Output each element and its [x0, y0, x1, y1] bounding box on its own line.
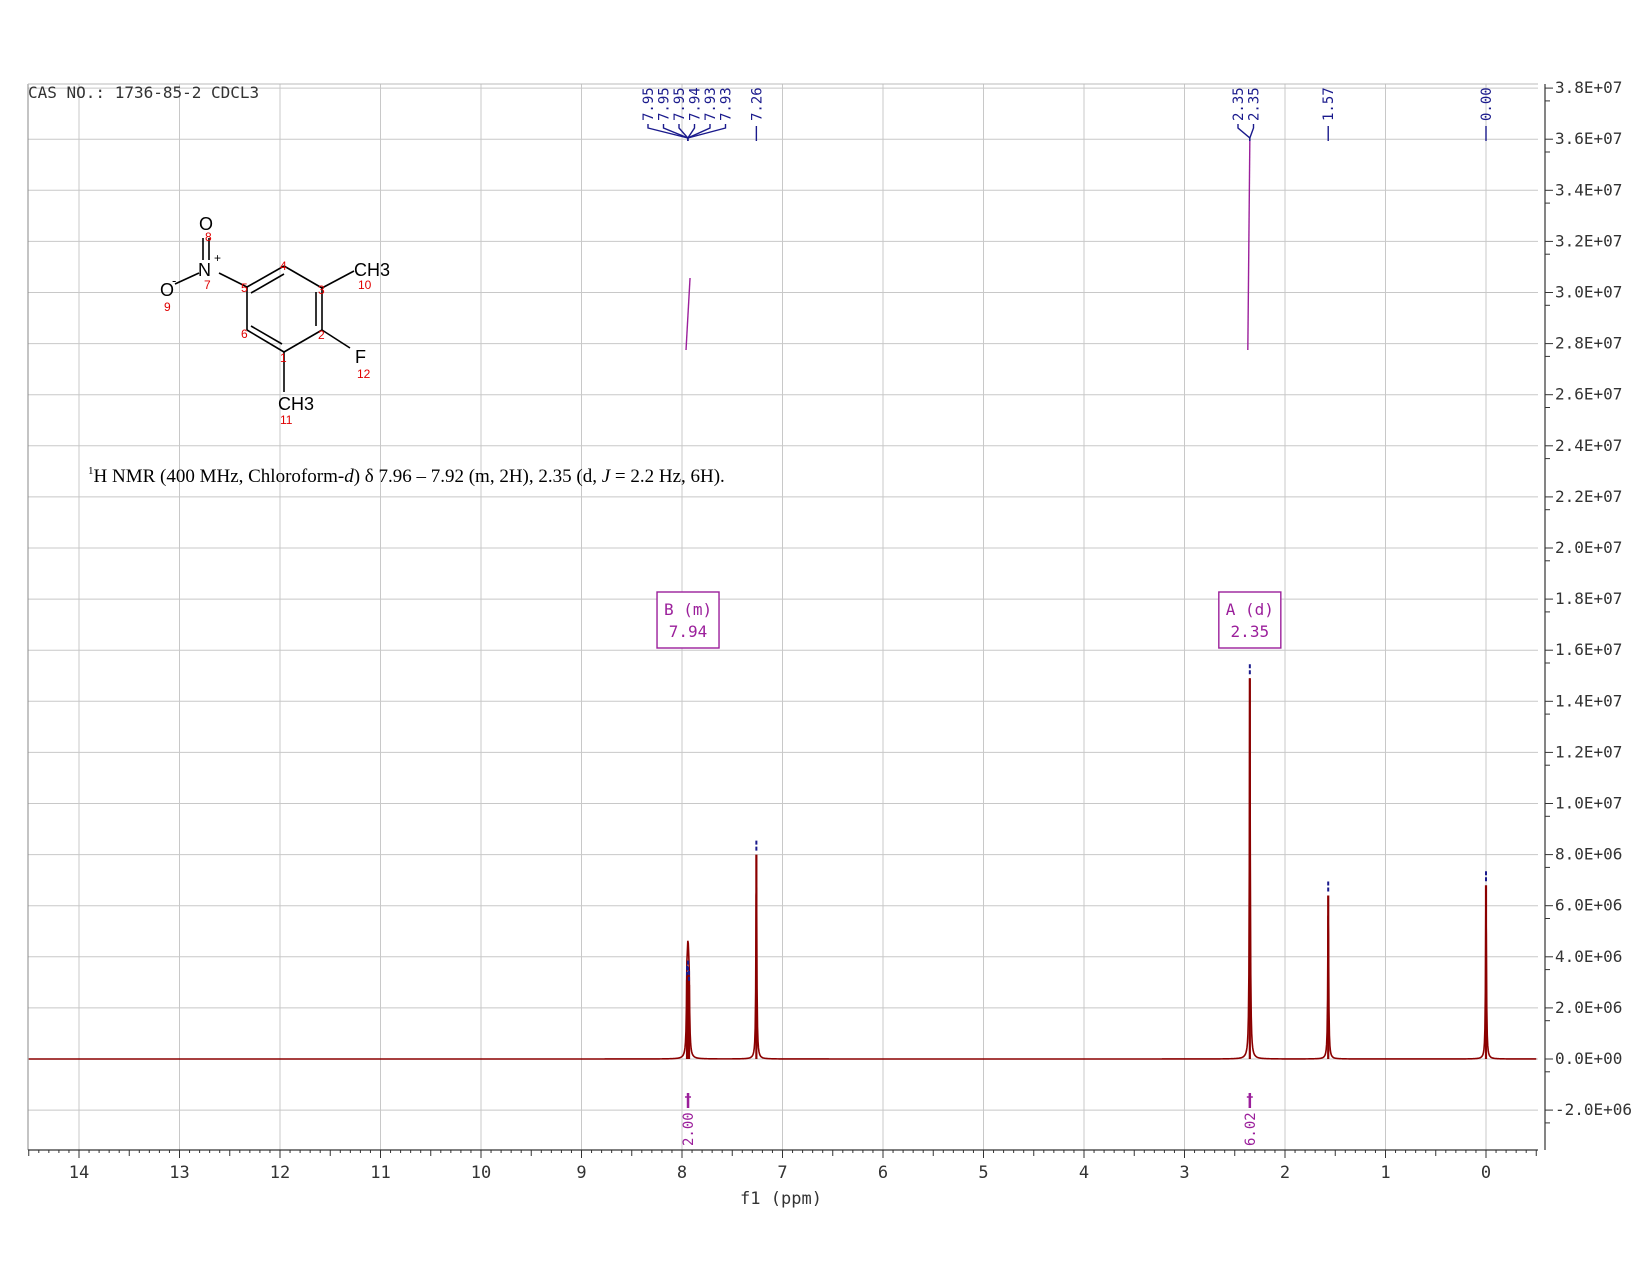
- y-tick-label: 1.2E+07: [1555, 742, 1622, 761]
- y-tick-label: 3.8E+07: [1555, 78, 1622, 97]
- x-axis-label: f1 (ppm): [740, 1189, 822, 1209]
- atom-number-9: 9: [164, 300, 171, 314]
- peak-label: 7.93: [719, 87, 735, 121]
- x-tick-label: 4: [1079, 1163, 1089, 1183]
- bond-n-o9: [174, 272, 200, 285]
- bond-2-f: [321, 329, 351, 349]
- atom-number-8: 8: [205, 230, 212, 244]
- atom-number-10: 10: [358, 278, 372, 292]
- y-tick-label: 1.4E+07: [1555, 691, 1622, 710]
- peak-label: 7.95: [641, 87, 657, 121]
- y-axis: 3.8E+07 3.6E+07 3.4E+07 3.2E+07 3.0E+07 2.8E+…: [1544, 78, 1632, 1150]
- bond-2-1: [283, 329, 323, 353]
- x-tick-label: 0: [1481, 1163, 1491, 1183]
- x-tick-label: 3: [1179, 1163, 1189, 1183]
- ring-number-2: 2: [318, 328, 325, 342]
- x-tick-label: 6: [878, 1163, 888, 1183]
- atom-number-7: 7: [204, 278, 211, 292]
- y-tick-label: 2.6E+07: [1555, 385, 1622, 404]
- integral-value: 2.00: [681, 1112, 697, 1146]
- grid-layer: [28, 84, 1538, 1150]
- multiplet-name: A (d): [1226, 600, 1274, 619]
- peak-label-connector: [687, 124, 727, 141]
- x-axis: 14 13 12 11 10 9 8 7 6 5 4 3 2 1 0: [28, 1149, 1538, 1183]
- charge-plus: +: [214, 251, 221, 265]
- peak-label: 2.35: [1247, 87, 1263, 121]
- peak-label-connector: [678, 124, 689, 141]
- y-tick-label: 4.0E+06: [1555, 947, 1622, 966]
- integrals: 2.00 6.02: [681, 1093, 1259, 1146]
- y-tick-label: 8.0E+06: [1555, 845, 1622, 864]
- y-tick-label: 6.0E+06: [1555, 896, 1622, 915]
- y-tick-label: 2.0E+07: [1555, 538, 1622, 557]
- charge-minus: -: [172, 273, 176, 288]
- y-tick-label: 3.0E+07: [1555, 283, 1622, 302]
- y-tick-label: 3.4E+07: [1555, 180, 1622, 199]
- x-tick-label: 7: [777, 1163, 787, 1183]
- atom-number-11: 11: [280, 413, 293, 427]
- y-tick-label: 3.2E+07: [1555, 231, 1622, 250]
- nmr-description: 1H NMR (400 MHz, Chloroform-d) δ 7.96 – …: [88, 465, 725, 487]
- peak-label: 7.95: [672, 87, 688, 121]
- y-tick-label: 3.6E+07: [1555, 129, 1622, 148]
- y-tick-label: 2.8E+07: [1555, 334, 1622, 353]
- y-tick-label: 0.0E+00: [1555, 1049, 1622, 1068]
- y-tick-label: 2.2E+07: [1555, 487, 1622, 506]
- y-tick-label: 1.8E+07: [1555, 589, 1622, 608]
- multiplet-shift: 2.35: [1231, 622, 1270, 641]
- sample-label: CAS NO.: 1736-85-2 CDCL3: [28, 83, 259, 102]
- x-tick-label: 8: [677, 1163, 687, 1183]
- x-tick-label: 11: [370, 1163, 390, 1183]
- bond-5-4-double: [250, 273, 285, 294]
- peak-labels: 7.95 7.95 7.95 7.94 7.93 7.93 7.26 2.35 2.35 1.57…: [641, 87, 1495, 141]
- atom-n7: N: [198, 260, 211, 280]
- x-tick-label: 13: [169, 1163, 189, 1183]
- x-tick-label: 1: [1380, 1163, 1390, 1183]
- atom-number-12: 12: [357, 367, 371, 381]
- y-tick-label: 1.6E+07: [1555, 640, 1622, 659]
- peak-label: 7.26: [749, 87, 765, 121]
- bond-4-3: [283, 265, 323, 289]
- peak-label: 0.00: [1479, 87, 1495, 121]
- ring-number-3: 3: [318, 283, 325, 297]
- x-tick-label: 14: [69, 1163, 89, 1183]
- atom-ch3-11: CH3: [278, 394, 314, 414]
- integral-value: 6.02: [1243, 1112, 1259, 1146]
- nmr-spectrum-chart: CAS NO.: 1736-85-2 CDCL3 O N + O - CH3 F…: [27, 78, 1632, 1209]
- peak-label: 2.35: [1231, 87, 1247, 121]
- multiplet-name: B (m): [664, 600, 712, 619]
- x-tick-label: 12: [270, 1163, 290, 1183]
- multiplet-indicator: [685, 277, 691, 351]
- y-tick-label: -2.0E+06: [1555, 1100, 1632, 1119]
- x-tick-label: 9: [576, 1163, 586, 1183]
- bond-3-ch3: [321, 270, 355, 289]
- atom-f12: F: [355, 347, 366, 367]
- atom-ch3-10: CH3: [354, 260, 390, 280]
- x-tick-label: 5: [978, 1163, 988, 1183]
- y-tick-label: 2.4E+07: [1555, 436, 1622, 455]
- ring-number-4: 4: [280, 259, 287, 273]
- ring-number-5: 5: [241, 281, 248, 295]
- ring-number-6: 6: [241, 327, 248, 341]
- peak-label: 7.94: [688, 87, 704, 121]
- peak-label: 7.95: [657, 87, 673, 121]
- y-tick-label: 1.0E+07: [1555, 794, 1622, 813]
- ring-number-1: 1: [280, 351, 287, 365]
- peak-label: 7.93: [703, 87, 719, 121]
- x-tick-label: 10: [471, 1163, 491, 1183]
- y-tick-label: 2.0E+06: [1555, 998, 1622, 1017]
- bond-1-6: [246, 329, 285, 353]
- peak-label: 1.57: [1321, 87, 1337, 121]
- x-tick-label: 2: [1280, 1163, 1290, 1183]
- peak-label-connector: [1237, 124, 1251, 141]
- multiplet-shift: 7.94: [669, 622, 708, 641]
- multiplet-indicator: [1247, 140, 1251, 351]
